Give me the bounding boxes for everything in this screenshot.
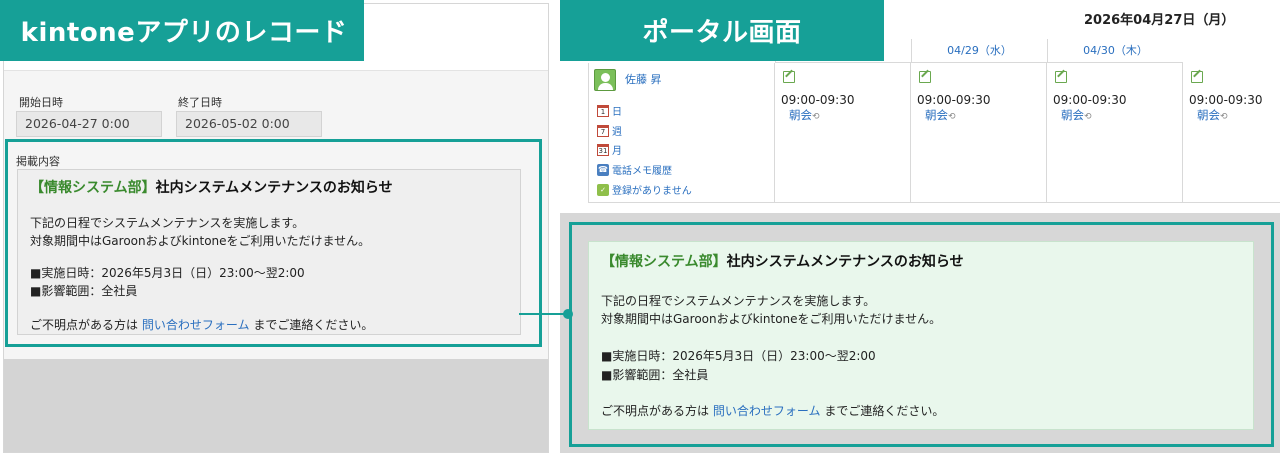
notice-title-text: 社内システムメンテナンスのお知らせ <box>155 180 393 196</box>
contact-prefix: ご不明点がある方は <box>601 404 710 418</box>
connector-dot <box>563 309 573 319</box>
menu-label: 日 <box>612 107 622 118</box>
event-title: 朝会 <box>1197 108 1220 122</box>
notice-contact: ご不明点がある方は 問い合わせフォーム までご連絡ください。 <box>601 402 944 419</box>
notice-line: 対象期間中はGaroonおよびkintoneをご利用いただけません。 <box>601 312 942 326</box>
event-name[interactable]: 朝会⟲ <box>789 107 820 123</box>
phone-memo-icon: ☎ <box>597 163 609 176</box>
start-date-label: 開始日時 <box>19 96 63 109</box>
notice-title: 【情報システム部】社内システムメンテナンスのお知らせ <box>601 251 964 271</box>
day-column: 09:00-09:30 朝会⟲ <box>775 63 911 203</box>
notice-line: 対象期間中はGaroonおよびkintoneをご利用いただけません。 <box>30 234 371 248</box>
user-avatar-icon <box>594 69 616 91</box>
notice-line: 下記の日程でシステムメンテナンスを実施します。 <box>30 216 305 230</box>
calendar-day-icon: 1 <box>597 104 609 117</box>
event-time: 09:00-09:30 <box>917 93 991 107</box>
notice-title-text: 社内システムメンテナンスのお知らせ <box>726 254 964 270</box>
calendar-month-icon: 31 <box>597 143 609 156</box>
kintone-notice-content: 【情報システム部】社内システムメンテナンスのお知らせ 下記の日程でシステムメンテ… <box>17 169 521 335</box>
schedule-date-header: 2026年04月27日（月） <box>1084 13 1235 28</box>
day-column: 09:00-09:30 朝会⟲ <box>911 63 1047 203</box>
contact-prefix: ご不明点がある方は <box>30 318 139 332</box>
end-date-label: 終了日時 <box>178 96 222 109</box>
event-name[interactable]: 朝会⟲ <box>1197 107 1228 123</box>
schedule-grid: 佐藤 昇 1日 7週 31 月 ☎ 電話メモ履歴 ✓ 登録がありません 09:00-0… <box>588 63 1280 203</box>
day-header[interactable]: 04/29（水） <box>911 39 1047 63</box>
notice-line: 下記の日程でシステムメンテナンスを実施します。 <box>601 294 876 308</box>
event-title: 朝会 <box>925 108 948 122</box>
repeat-icon: ⟲ <box>948 112 956 122</box>
inquiry-form-link[interactable]: 問い合わせフォーム <box>713 404 821 418</box>
contact-suffix: までご連絡ください。 <box>253 318 374 332</box>
portal-banner: ポータル画面 <box>560 0 884 61</box>
menu-month[interactable]: 31 月 <box>597 142 622 157</box>
repeat-icon: ⟲ <box>812 112 820 122</box>
menu-phone-memo[interactable]: ☎ 電話メモ履歴 <box>597 162 672 177</box>
day-header[interactable]: 04/30（木） <box>1047 39 1183 63</box>
notice-line: ■実施日時：2026年5月3日（日）23:00～翌2:00 <box>601 349 876 363</box>
notice-dept: 【情報システム部】 <box>601 254 727 270</box>
notice-line: ■影響範囲：全社員 <box>30 284 138 298</box>
notice-line: ■実施日時：2026年5月3日（日）23:00～翌2:00 <box>30 266 305 280</box>
connector-line <box>519 313 569 315</box>
notice-line: ■影響範囲：全社員 <box>601 368 709 382</box>
kintone-banner: kintoneアプリのレコード <box>0 0 364 61</box>
notice-title: 【情報システム部】社内システムメンテナンスのお知らせ <box>30 177 393 197</box>
contact-suffix: までご連絡ください。 <box>824 404 945 418</box>
menu-label: 週 <box>612 127 622 138</box>
event-time: 09:00-09:30 <box>1053 93 1127 107</box>
portal-notice-content: 【情報システム部】社内システムメンテナンスのお知らせ 下記の日程でシステムメンテ… <box>588 241 1254 430</box>
edit-icon[interactable] <box>1055 71 1067 83</box>
event-title: 朝会 <box>1061 108 1084 122</box>
event-name[interactable]: 朝会⟲ <box>925 107 956 123</box>
calendar-week-icon: 7 <box>597 124 609 137</box>
menu-label: 電話メモ履歴 <box>612 166 672 177</box>
event-title: 朝会 <box>789 108 812 122</box>
event-time: 09:00-09:30 <box>1189 93 1263 107</box>
menu-registration[interactable]: ✓ 登録がありません <box>597 182 692 197</box>
event-name[interactable]: 朝会⟲ <box>1061 107 1092 123</box>
notice-dept: 【情報システム部】 <box>30 180 156 196</box>
menu-day[interactable]: 1日 <box>597 103 622 118</box>
user-name[interactable]: 佐藤 昇 <box>625 71 662 87</box>
edit-icon[interactable] <box>783 71 795 83</box>
registration-icon: ✓ <box>597 183 609 196</box>
inquiry-form-link[interactable]: 問い合わせフォーム <box>142 318 250 332</box>
end-date-field[interactable]: 2026-05-02 0:00 <box>176 111 322 137</box>
notice-contact: ご不明点がある方は 問い合わせフォーム までご連絡ください。 <box>30 316 373 333</box>
event-time: 09:00-09:30 <box>781 93 855 107</box>
menu-label: 月 <box>612 146 622 157</box>
start-date-field[interactable]: 2026-04-27 0:00 <box>16 111 162 137</box>
day-column: 09:00-09:30 朝会⟲ <box>1047 63 1183 203</box>
day-column: 09:00-09:30 朝会⟲ <box>1183 63 1280 203</box>
repeat-icon: ⟲ <box>1084 112 1092 122</box>
repeat-icon: ⟲ <box>1220 112 1228 122</box>
menu-week[interactable]: 7週 <box>597 123 622 138</box>
user-column: 佐藤 昇 1日 7週 31 月 ☎ 電話メモ履歴 ✓ 登録がありません <box>589 63 775 203</box>
panel-background <box>4 359 548 452</box>
edit-icon[interactable] <box>919 71 931 83</box>
edit-icon[interactable] <box>1191 71 1203 83</box>
menu-label: 登録がありません <box>612 186 692 197</box>
